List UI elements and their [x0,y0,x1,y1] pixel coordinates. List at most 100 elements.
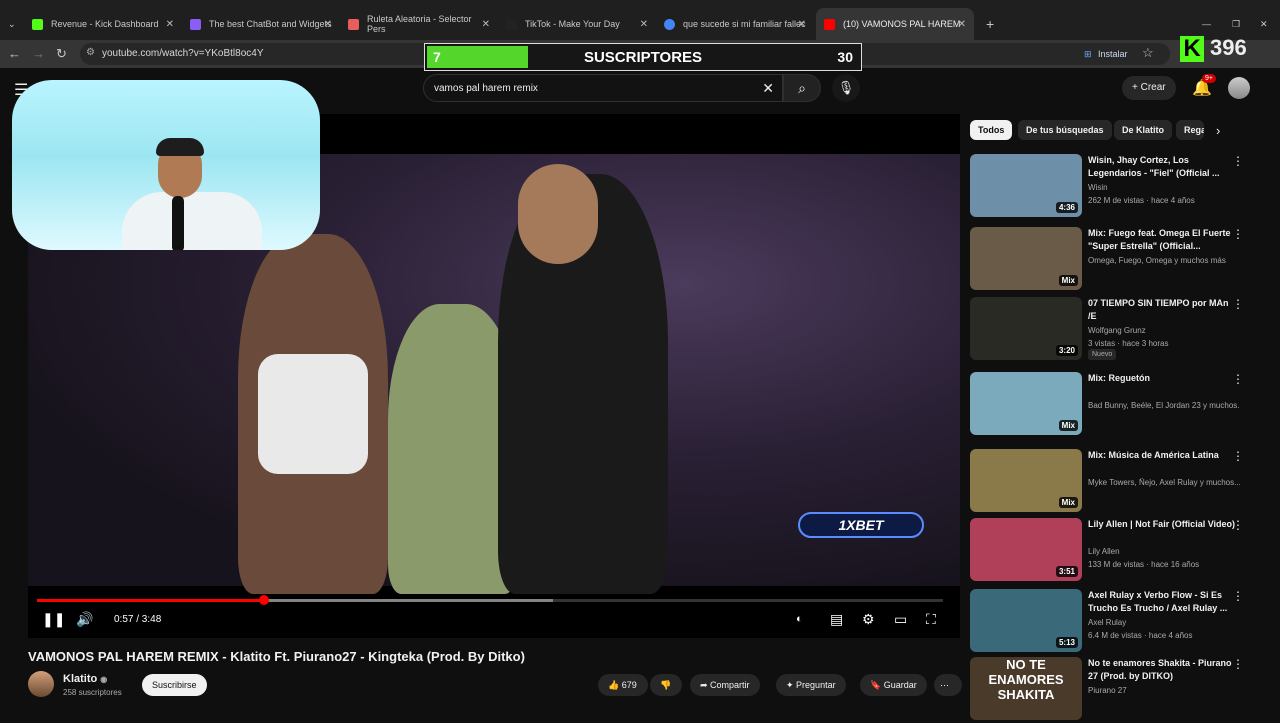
recommendation-title[interactable]: Mix: Reguetón [1088,372,1236,385]
save-button[interactable]: 🔖 Guardar [860,674,927,696]
subscriber-goal-overlay: 7 SUSCRIPTORES 30 [424,43,862,71]
install-icon: ⊞ [1084,49,1092,59]
autoplay-toggle[interactable]: ◐ [796,613,803,625]
volume-icon[interactable]: 🔊 [76,611,93,628]
recommendation-channel[interactable]: Omega, Fuego, Omega y muchos más [1088,256,1240,265]
video-thumbnail[interactable]: NO TE ENAMORES SHAKITA [970,657,1082,720]
duration-badge: 3:20 [1055,345,1078,356]
subscribe-button[interactable]: Suscribirse [142,674,207,696]
recommendation-item[interactable]: Mix Mix: Fuego feat. Omega El Fuerte "Sup… [970,227,1260,293]
search-input[interactable]: vamos pal harem remix ✕ [423,74,783,102]
video-thumbnail[interactable]: Mix [970,227,1082,290]
chip-de-tus-busquedas[interactable]: De tus búsquedas [1018,120,1112,140]
close-icon[interactable]: ✕ [798,19,806,30]
tab-list-button[interactable]: ⌄ [0,8,26,40]
site-info-icon[interactable]: ⚙ [86,47,95,58]
search-query-text: vamos pal harem remix [434,83,538,94]
video-thumbnail[interactable]: 5:13 [970,589,1082,652]
clear-search-icon[interactable]: ✕ [762,80,774,97]
theater-mode-icon[interactable]: ▭ [894,611,907,628]
recommendation-channel[interactable]: Bad Bunny, Beéle, El Jordan 23 y muchos.… [1088,401,1240,410]
recommendation-channel[interactable]: Wolfgang Grunz [1088,326,1240,335]
chip-rega[interactable]: Rega [1176,120,1204,140]
forward-icon[interactable]: → [32,46,45,61]
recommendation-title[interactable]: Lily Allen | Not Fair (Official Video) [1088,518,1236,531]
tab-favicon [32,18,43,30]
chevron-right-icon[interactable]: › [1216,123,1220,138]
channel-avatar[interactable] [28,671,54,697]
browser-tab-6-active[interactable]: (10) VAMONOS PAL HAREM ✕ [816,8,974,40]
video-thumbnail[interactable]: 3:51 [970,518,1082,581]
scrubber-handle[interactable] [258,595,269,605]
ask-button[interactable]: ✦ Preguntar [776,674,846,696]
recommendation-item[interactable]: Mix Mix: Reguetón Bad Bunny, Beéle, El Jor… [970,372,1260,438]
recommendation-channel[interactable]: Myke Towers, Ñejo, Axel Rulay y muchos..… [1088,478,1240,487]
tab-label: The best ChatBot and Widgets [209,19,332,29]
recommendation-item[interactable]: 3:20 07 TIEMPO SIN TIEMPO por MAn /E Wolfg… [970,297,1260,363]
search-icon: ⌕ [798,80,806,96]
notifications-button[interactable]: 🔔 9+ [1192,74,1216,98]
browser-tab-5[interactable]: que sucede si mi familiar fallec ✕ [656,8,814,40]
search-button[interactable]: ⌕ [783,74,821,102]
recommendation-channel[interactable]: Axel Rulay [1088,618,1240,627]
browser-tab-3[interactable]: Ruleta Aleatoria - Selector Pers ✕ [340,8,498,40]
recommendation-title[interactable]: No te enamores Shakita - Piurano 27 (Pro… [1088,657,1236,683]
bookmark-star-icon[interactable]: ☆ [1142,45,1154,61]
tab-label: que sucede si mi familiar fallec [683,19,806,29]
recommendation-channel[interactable]: Piurano 27 [1088,686,1240,695]
share-button[interactable]: ➦ Compartir [690,674,760,696]
like-button[interactable]: 👍 679 [598,674,648,696]
video-thumbnail[interactable]: 4:36 [970,154,1082,217]
more-vert-icon[interactable]: ⋮ [1232,589,1244,603]
chip-de-klatito[interactable]: De Klatito [1114,120,1173,140]
browser-tab-4[interactable]: TikTok - Make Your Day ✕ [498,8,656,40]
recommendation-item[interactable]: 3:51 Lily Allen | Not Fair (Official Vide… [970,518,1260,584]
reload-icon[interactable]: ↻ [56,46,67,62]
recommendation-title[interactable]: Wisin, Jhay Cortez, Los Legendarios - "F… [1088,154,1236,180]
more-vert-icon[interactable]: ⋮ [1232,657,1244,671]
browser-tab-2[interactable]: The best ChatBot and Widgets ✕ [182,8,340,40]
fullscreen-icon[interactable]: ⛶ [926,611,936,628]
close-icon[interactable]: ✕ [958,19,966,30]
recommendation-meta: 6.4 M de vistas · hace 4 años [1088,631,1193,640]
close-icon[interactable]: ✕ [640,19,648,30]
browser-tab-1[interactable]: Revenue - Kick Dashboard ✕ [24,8,182,40]
recommendation-title[interactable]: Axel Rulay x Verbo Flow - Si Es Trucho E… [1088,589,1236,615]
recommendation-title[interactable]: 07 TIEMPO SIN TIEMPO por MAn /E [1088,297,1236,323]
video-thumbnail[interactable]: Mix [970,372,1082,435]
recommendation-item[interactable]: NO TE ENAMORES SHAKITA No te enamores Sha… [970,657,1260,723]
recommendation-title[interactable]: Mix: Música de América Latina [1088,449,1236,462]
close-icon[interactable]: ✕ [482,19,490,30]
account-avatar[interactable] [1228,77,1250,99]
tab-label: (10) VAMONOS PAL HAREM [843,19,961,29]
settings-gear-icon[interactable]: ⚙ [862,611,875,628]
video-thumbnail[interactable]: 3:20 [970,297,1082,360]
voice-search-button[interactable]: 🎙 [832,74,860,102]
close-icon[interactable]: ✕ [324,19,332,30]
recommendation-item[interactable]: Mix Mix: Música de América Latina Myke Tow… [970,449,1260,515]
recommendation-item[interactable]: 4:36 Wisin, Jhay Cortez, Los Legendarios … [970,154,1260,220]
install-app-button[interactable]: ⊞ Instalar [1080,45,1134,63]
new-tab-button[interactable]: + [978,8,1002,40]
back-icon[interactable]: ← [8,46,21,61]
more-vert-icon[interactable]: ⋮ [1232,227,1244,241]
recommendation-channel[interactable]: Lily Allen [1088,547,1240,556]
recommendation-item[interactable]: 5:13 Axel Rulay x Verbo Flow - Si Es Truc… [970,589,1260,655]
recommendation-channel[interactable]: Wisin [1088,183,1240,192]
subtitles-icon[interactable]: ▤ [830,611,843,628]
more-vert-icon[interactable]: ⋮ [1232,297,1244,311]
more-vert-icon[interactable]: ⋮ [1232,449,1244,463]
more-actions-button[interactable]: ⋯ [934,674,962,696]
pause-icon[interactable]: ❚❚ [42,611,65,628]
more-vert-icon[interactable]: ⋮ [1232,154,1244,168]
chip-todos[interactable]: Todos [970,120,1013,140]
close-icon[interactable]: ✕ [166,19,174,30]
create-button[interactable]: + Crear [1122,76,1176,100]
video-thumbnail[interactable]: Mix [970,449,1082,512]
channel-name[interactable]: Klatito ◉ [63,673,107,685]
more-vert-icon[interactable]: ⋮ [1232,518,1244,532]
more-vert-icon[interactable]: ⋮ [1232,372,1244,386]
recommendation-title[interactable]: Mix: Fuego feat. Omega El Fuerte "Super … [1088,227,1236,253]
dislike-button[interactable]: 👎 [650,674,682,696]
progress-bar[interactable] [37,595,943,605]
